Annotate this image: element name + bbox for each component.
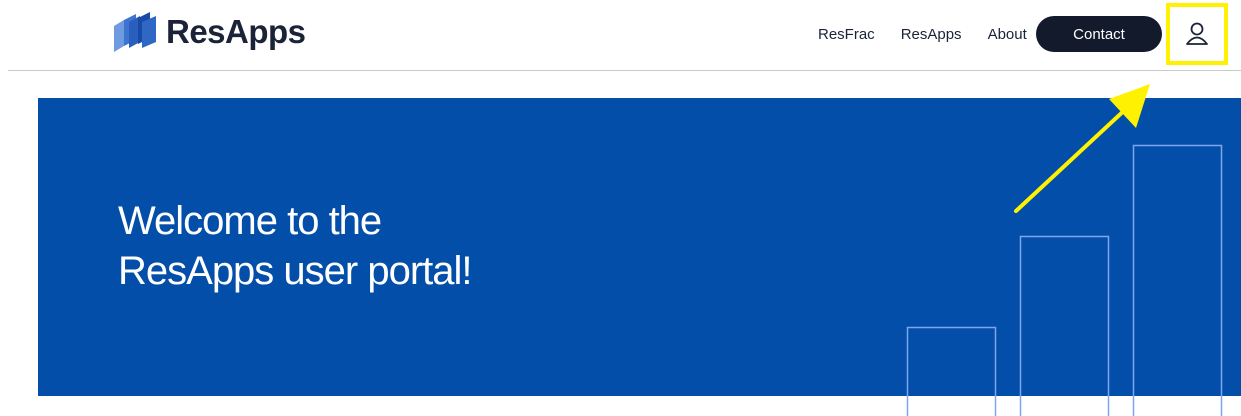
brand-name: ResApps — [166, 13, 306, 50]
header-divider — [8, 70, 1241, 71]
brand-logo[interactable]: ResApps — [112, 12, 306, 52]
user-account-button[interactable] — [1166, 3, 1228, 65]
hero-title: Welcome to the ResApps user portal! — [118, 196, 618, 296]
page: ResApps ResFrac ResApps About Contact We… — [0, 0, 1241, 416]
hero-title-line-1: Welcome to the — [118, 199, 382, 243]
nav-link-resfrac[interactable]: ResFrac — [818, 26, 875, 43]
site-header: ResApps ResFrac ResApps About Contact — [0, 0, 1241, 70]
user-icon — [1186, 22, 1208, 45]
nav-link-resapps[interactable]: ResApps — [901, 26, 962, 43]
hero-title-line-2: ResApps user portal! — [118, 249, 473, 293]
main-nav: ResFrac ResApps About — [818, 16, 1053, 52]
logo-mark-icon — [114, 12, 156, 52]
hero-banner: Welcome to the ResApps user portal! — [38, 98, 1241, 396]
contact-button[interactable]: Contact — [1036, 16, 1162, 52]
nav-link-about[interactable]: About — [988, 26, 1027, 43]
